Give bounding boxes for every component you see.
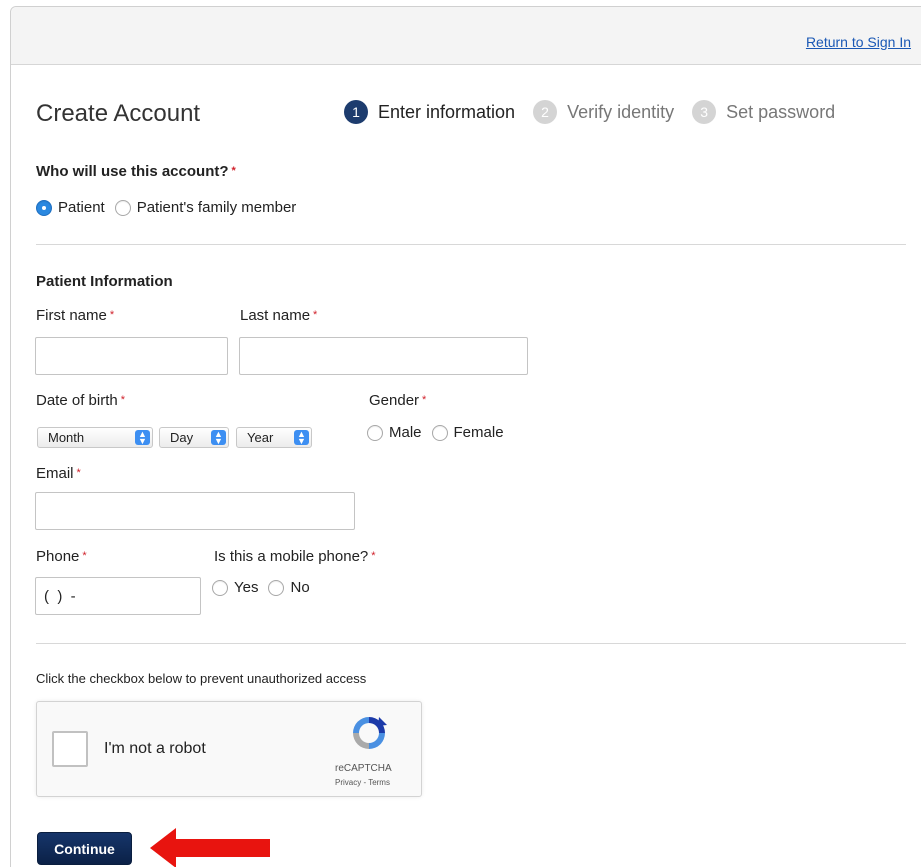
last-name-input[interactable] [239,337,528,375]
phone-label: Phone * [36,548,87,565]
radio-label-patient: Patient [58,199,105,216]
radio-label-male: Male [389,424,422,441]
radio-button-no[interactable] [268,579,285,596]
radio-option-male[interactable]: Male [367,424,422,441]
email-label: Email * [36,465,81,482]
select-value: Year [247,430,274,445]
dob-label: Date of birth * [36,392,125,409]
patient-info-heading: Patient Information [36,273,173,290]
continue-button[interactable]: Continue [37,832,132,865]
step-number: 3 [692,100,717,124]
radio-button-patient[interactable] [36,199,52,216]
step-number: 2 [533,100,558,124]
gender-radio-group: Male Female [367,424,514,441]
radio-option-female[interactable]: Female [431,424,504,441]
recaptcha-brand: reCAPTCHA [335,763,392,774]
page-title: Create Account [36,100,201,127]
phone-label-text: Phone [36,548,80,565]
mobile-radio-group: Yes No [212,579,320,596]
dob-label-text: Date of birth [36,392,118,409]
gender-label-text: Gender [369,392,420,409]
first-name-label: First name * [36,307,114,324]
required-mark: * [231,165,236,177]
radio-option-no[interactable]: No [268,579,310,596]
dob-month-select[interactable]: Month ▲ ▼ [37,427,153,448]
recaptcha-privacy-terms[interactable]: Privacy - Terms [335,778,390,787]
radio-button-female[interactable] [431,424,448,441]
last-name-label: Last name * [240,307,317,324]
updown-arrows-icon: ▲ ▼ [135,429,150,445]
step-set-password: 3 Set password [692,100,835,124]
red-arrow-annotation-icon [150,828,270,867]
required-mark: * [422,394,427,406]
first-name-input[interactable] [35,337,228,375]
last-name-label-text: Last name [240,307,311,324]
updown-arrows-icon: ▲ ▼ [294,429,309,445]
required-mark: * [371,550,376,562]
radio-option-patient[interactable]: Patient [36,199,105,216]
required-mark: * [76,467,81,479]
required-mark: * [109,309,115,321]
radio-option-family-member[interactable]: Patient's family member [114,199,297,216]
return-to-sign-in-link[interactable]: Return to Sign In [806,34,911,50]
recaptcha-checkbox[interactable] [52,731,88,767]
step-number: 1 [344,100,368,124]
radio-option-yes[interactable]: Yes [212,579,258,596]
radio-label-family-member: Patient's family member [136,199,297,216]
radio-label-female: Female [453,424,504,441]
step-enter-information: 1 Enter information [344,100,515,124]
who-radio-group: Patient Patient's family member [36,199,306,216]
gender-label: Gender * [369,392,426,409]
step-label: Verify identity [567,101,675,122]
required-mark: * [313,309,318,321]
phone-input[interactable] [35,577,201,615]
required-mark: * [82,550,87,562]
recaptcha-logo-icon [353,717,387,749]
recaptcha-label: I'm not a robot [104,740,206,757]
updown-arrows-icon: ▲ ▼ [211,429,226,445]
step-label: Set password [726,101,836,122]
mobile-question-text: Is this a mobile phone? [214,548,369,565]
dob-day-select[interactable]: Day ▲ ▼ [159,427,229,448]
email-label-text: Email [36,465,74,482]
section-divider [36,244,906,245]
radio-label-no: No [290,579,310,596]
email-input[interactable] [35,492,355,530]
progress-steps: 1 Enter information 2 Verify identity 3 … [344,100,853,124]
section-divider [36,643,906,644]
step-verify-identity: 2 Verify identity [533,100,674,124]
radio-button-family-member[interactable] [114,199,131,216]
select-value: Day [170,430,194,445]
who-question-text: Who will use this account? [36,163,229,180]
top-bar: Return to Sign In [11,7,921,65]
dob-year-select[interactable]: Year ▲ ▼ [236,427,312,448]
mobile-question-label: Is this a mobile phone? * [214,548,376,565]
required-mark: * [120,394,125,406]
select-value: Month [48,430,85,445]
step-label: Enter information [378,101,516,122]
who-question-label: Who will use this account? * [36,163,236,180]
radio-button-male[interactable] [367,424,383,441]
radio-label-yes: Yes [234,579,259,596]
first-name-label-text: First name [36,307,107,324]
radio-button-yes[interactable] [212,579,228,596]
captcha-hint: Click the checkbox below to prevent unau… [36,671,367,686]
recaptcha-widget: I'm not a robot reCAPTCHA Privacy - Term… [36,701,422,797]
